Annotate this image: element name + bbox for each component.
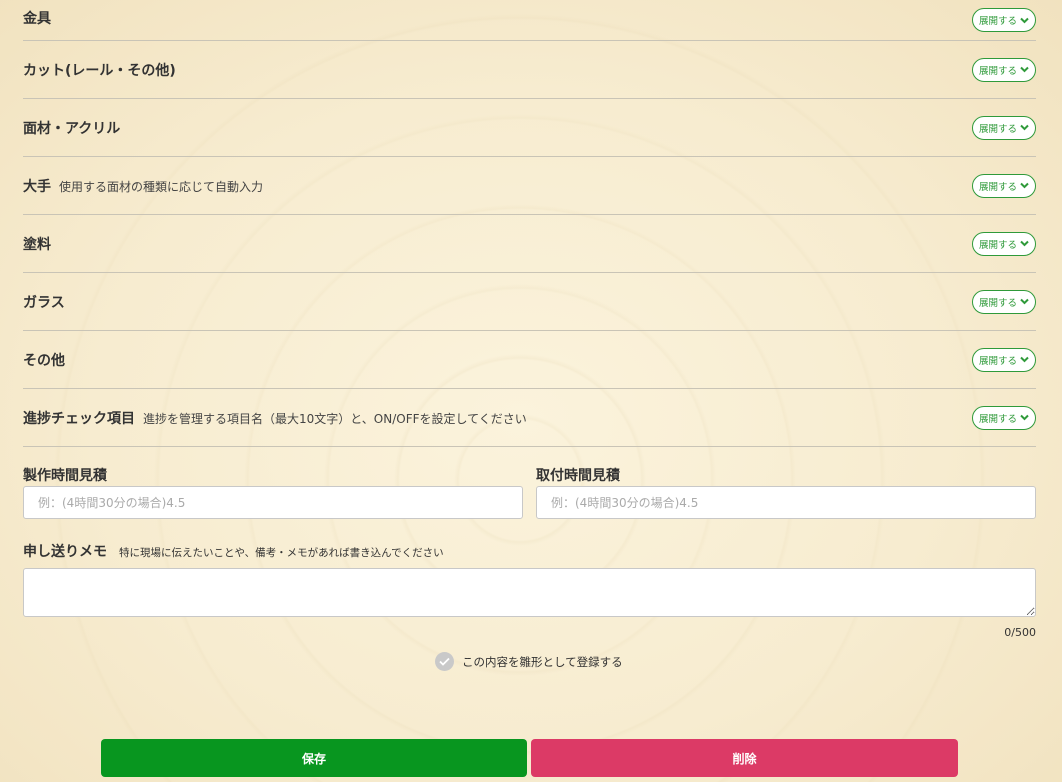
section-label: ガラス	[23, 294, 65, 311]
section-label: カット(レール・その他)	[23, 62, 176, 79]
section-kanagu: 金具 展開する	[23, 0, 1036, 41]
section-note: 使用する面材の種類に応じて自動入力	[59, 179, 264, 194]
section-paint: 塗料 展開する	[23, 215, 1036, 273]
memo-textarea[interactable]	[23, 568, 1036, 617]
section-glass: ガラス 展開する	[23, 273, 1036, 331]
memo-label: 申し送りメモ	[23, 544, 107, 560]
section-title: 塗料	[23, 234, 51, 254]
memo-note: 特に現場に伝えたいことや、備考・メモがあれば書き込んでください	[119, 547, 444, 559]
chevron-down-icon	[1020, 240, 1029, 247]
chevron-down-icon	[1020, 124, 1029, 131]
save-as-template-checkbox[interactable]: この内容を雛形として登録する	[435, 652, 623, 671]
expand-button[interactable]: 展開する	[972, 289, 1036, 314]
expand-label: 展開する	[978, 355, 1017, 367]
production-estimate-input[interactable]	[23, 486, 523, 519]
expand-label: 展開する	[978, 16, 1017, 27]
section-title: ガラス	[23, 292, 65, 312]
handover-memo: 申し送りメモ 特に現場に伝えたいことや、備考・メモがあれば書き込んでください 0…	[23, 541, 1036, 639]
character-counter: 0/500	[1004, 626, 1036, 639]
check-icon	[435, 652, 454, 671]
section-note: 進捗を管理する項目名（最大10文字）と、ON/OFFを設定してください	[143, 411, 527, 426]
chevron-down-icon	[1020, 17, 1029, 23]
section-label: 進捗チェック項目	[23, 410, 135, 427]
expand-button[interactable]: 展開する	[972, 115, 1036, 140]
section-ote: 大手 使用する面材の種類に応じて自動入力 展開する	[23, 157, 1036, 215]
installation-estimate: 取付時間見積	[536, 467, 1036, 519]
production-estimate-label: 製作時間見積	[23, 468, 107, 484]
sections-list: 金具 展開する カット(レール・その他) 展開する 面材・アクリル 展開する 大…	[23, 0, 1036, 447]
delete-button[interactable]: 削除	[531, 739, 958, 777]
section-title: 面材・アクリル	[23, 118, 120, 138]
chevron-down-icon	[1020, 182, 1029, 189]
expand-label: 展開する	[978, 181, 1017, 193]
section-label: 面材・アクリル	[23, 120, 121, 137]
chevron-down-icon	[1020, 66, 1029, 73]
section-label: 金具	[23, 11, 51, 27]
memo-header: 申し送りメモ 特に現場に伝えたいことや、備考・メモがあれば書き込んでください	[23, 541, 1036, 561]
section-title: その他	[23, 350, 65, 370]
time-estimates: 製作時間見積 取付時間見積	[23, 467, 1036, 519]
save-as-template-label: この内容を雛形として登録する	[462, 654, 623, 669]
expand-button[interactable]: 展開する	[972, 8, 1036, 32]
section-title: 大手 使用する面材の種類に応じて自動入力	[23, 176, 263, 196]
section-cut: カット(レール・その他) 展開する	[23, 41, 1036, 99]
save-button[interactable]: 保存	[101, 739, 527, 777]
section-panel-acrylic: 面材・アクリル 展開する	[23, 99, 1036, 157]
section-label: その他	[23, 352, 65, 369]
production-estimate: 製作時間見積	[23, 467, 523, 519]
expand-button[interactable]: 展開する	[972, 173, 1036, 198]
expand-label: 展開する	[978, 413, 1017, 425]
expand-button[interactable]: 展開する	[972, 405, 1036, 430]
chevron-down-icon	[1020, 298, 1029, 305]
expand-button[interactable]: 展開する	[972, 231, 1036, 256]
chevron-down-icon	[1020, 414, 1029, 421]
expand-label: 展開する	[978, 123, 1017, 135]
section-other: その他 展開する	[23, 331, 1036, 389]
section-title: カット(レール・その他)	[23, 60, 176, 80]
expand-label: 展開する	[978, 239, 1017, 251]
section-progress-check: 進捗チェック項目 進捗を管理する項目名（最大10文字）と、ON/OFFを設定して…	[23, 389, 1036, 447]
section-label: 塗料	[23, 236, 51, 253]
expand-label: 展開する	[978, 297, 1017, 309]
chevron-down-icon	[1020, 356, 1029, 363]
expand-label: 展開する	[978, 65, 1017, 77]
section-title: 金具	[23, 8, 51, 28]
expand-button[interactable]: 展開する	[972, 57, 1036, 82]
section-label: 大手	[23, 178, 51, 195]
installation-estimate-input[interactable]	[536, 486, 1036, 519]
installation-estimate-label: 取付時間見積	[536, 468, 620, 484]
section-title: 進捗チェック項目 進捗を管理する項目名（最大10文字）と、ON/OFFを設定して…	[23, 408, 527, 428]
expand-button[interactable]: 展開する	[972, 347, 1036, 372]
